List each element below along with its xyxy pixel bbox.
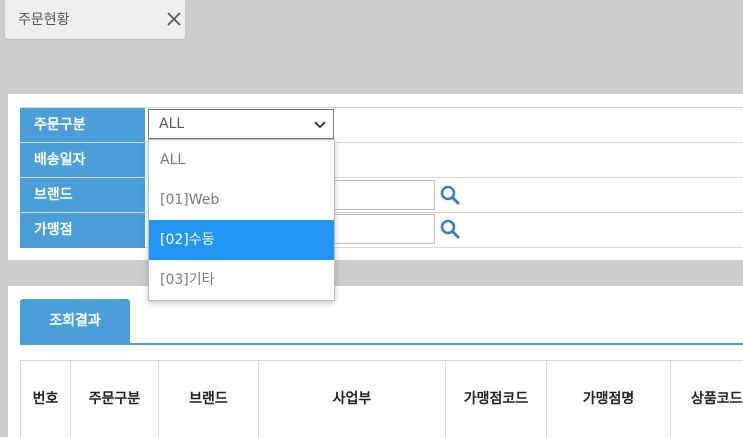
dropdown-option-highlighted[interactable]: [02]수동 xyxy=(149,220,334,260)
page-tab[interactable]: 주문현황 xyxy=(5,0,185,39)
search-icon[interactable] xyxy=(438,183,462,207)
order-type-label: 주문구분 xyxy=(20,108,145,143)
column-header-franchise-code[interactable]: 가맹점코드 xyxy=(446,361,547,437)
brand-label: 브랜드 xyxy=(20,178,145,213)
column-header-division[interactable]: 사업부 xyxy=(259,361,446,437)
dropdown-option[interactable]: [01]Web xyxy=(149,180,334,220)
search-icon[interactable] xyxy=(438,217,462,241)
dropdown-option[interactable]: ALL xyxy=(149,140,334,180)
order-type-dropdown-list: ALL [01]Web [02]수동 [03]기타 xyxy=(148,139,335,301)
page-tab-label: 주문현황 xyxy=(18,12,70,28)
column-header-franchise-name[interactable]: 가맹점명 xyxy=(547,361,671,437)
dropdown-option[interactable]: [03]기타 xyxy=(149,260,334,300)
result-tab[interactable]: 조회결과 xyxy=(20,299,130,344)
delivery-date-label: 배송일자 xyxy=(20,143,145,178)
column-header-no[interactable]: 번호 xyxy=(21,361,71,437)
order-type-select[interactable]: ALL xyxy=(148,109,334,139)
column-header-brand[interactable]: 브랜드 xyxy=(159,361,259,437)
column-header-order-type[interactable]: 주문구분 xyxy=(71,361,159,437)
result-grid-header: 번호 주문구분 브랜드 사업부 가맹점코드 가맹점명 상품코드 xyxy=(20,360,743,437)
order-type-row: 주문구분 xyxy=(20,107,743,143)
chevron-down-icon[interactable] xyxy=(312,116,328,132)
order-type-select-value: ALL xyxy=(159,116,185,132)
franchise-label: 가맹점 xyxy=(20,213,145,248)
search-panel: 주문구분 배송일자 브랜드 가맹점 ALL xyxy=(8,94,743,260)
delivery-date-row: 배송일자 xyxy=(20,142,743,178)
close-icon[interactable] xyxy=(165,9,183,29)
franchise-input[interactable] xyxy=(326,214,435,244)
brand-input[interactable] xyxy=(326,180,435,210)
column-header-product-code[interactable]: 상품코드 xyxy=(671,361,743,437)
result-panel: 조회결과 번호 주문구분 브랜드 사업부 가맹점코드 가맹점명 상품코드 xyxy=(8,286,743,437)
result-tab-underline xyxy=(20,343,743,345)
